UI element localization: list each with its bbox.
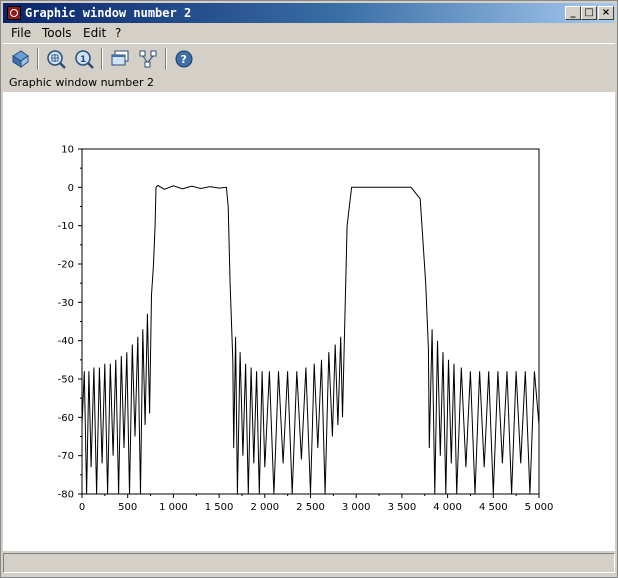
menu-tools[interactable]: Tools <box>42 26 72 40</box>
menu-file[interactable]: File <box>11 26 31 40</box>
x-tick-label: 5 000 <box>525 502 554 513</box>
x-tick-label: 2 500 <box>296 502 325 513</box>
y-tick-label: -40 <box>58 336 74 347</box>
toolbar: 1 ? <box>3 43 615 73</box>
scilab-app-icon <box>7 6 21 20</box>
y-tick-label: -30 <box>58 298 74 309</box>
copy-window-icon[interactable] <box>109 48 131 70</box>
minimize-button[interactable]: _ <box>565 6 581 20</box>
close-button[interactable]: × <box>598 6 614 20</box>
x-tick-label: 4 000 <box>433 502 462 513</box>
x-tick-label: 500 <box>118 502 137 513</box>
x-tick-label: 4 500 <box>479 502 508 513</box>
y-tick-label: -60 <box>58 413 74 424</box>
menu-bar: File Tools Edit ? <box>3 24 615 42</box>
toolbar-separator <box>165 48 167 70</box>
y-tick-label: -70 <box>58 451 74 462</box>
graphic-window: Graphic window number 2 _ □ × File Tools… <box>0 0 618 578</box>
plot-canvas[interactable]: 0 500 1 000 1 500 2 000 2 500 3 000 3 500 4 000 4… <box>3 92 615 551</box>
title-bar[interactable]: Graphic window number 2 _ □ × <box>3 3 615 23</box>
y-tick-label: -50 <box>58 375 74 386</box>
zoom-icon[interactable] <box>45 48 67 70</box>
y-tick-label: 10 <box>61 145 74 156</box>
x-tick-label: 0 <box>79 502 85 513</box>
menu-edit[interactable]: Edit <box>83 26 106 40</box>
status-bar <box>3 553 615 573</box>
window-title: Graphic window number 2 <box>25 6 192 20</box>
x-tick-label: 3 500 <box>388 502 417 513</box>
x-tick-label: 1 000 <box>159 502 188 513</box>
svg-text:?: ? <box>181 53 187 66</box>
plot-frame <box>81 148 540 495</box>
datatip-icon[interactable] <box>137 48 159 70</box>
maximize-button[interactable]: □ <box>581 6 597 20</box>
info-bar-text: Graphic window number 2 <box>9 76 154 89</box>
x-tick-label: 1 500 <box>205 502 234 513</box>
x-tick-label: 2 000 <box>250 502 279 513</box>
help-icon[interactable]: ? <box>173 48 195 70</box>
toolbar-separator <box>37 48 39 70</box>
rotate-icon[interactable] <box>9 48 31 70</box>
y-tick-label: -10 <box>58 221 74 232</box>
y-tick-label: -20 <box>58 260 74 271</box>
x-tick-label: 3 000 <box>342 502 371 513</box>
svg-text:1: 1 <box>80 55 86 65</box>
series-line <box>81 184 540 495</box>
toolbar-separator <box>101 48 103 70</box>
unzoom-icon[interactable]: 1 <box>73 48 95 70</box>
menu-help[interactable]: ? <box>115 26 121 40</box>
chart[interactable]: 0 500 1 000 1 500 2 000 2 500 3 000 3 500 4 000 4… <box>3 92 615 551</box>
y-tick-label: 0 <box>68 183 74 194</box>
y-tick-label: -80 <box>58 490 74 501</box>
